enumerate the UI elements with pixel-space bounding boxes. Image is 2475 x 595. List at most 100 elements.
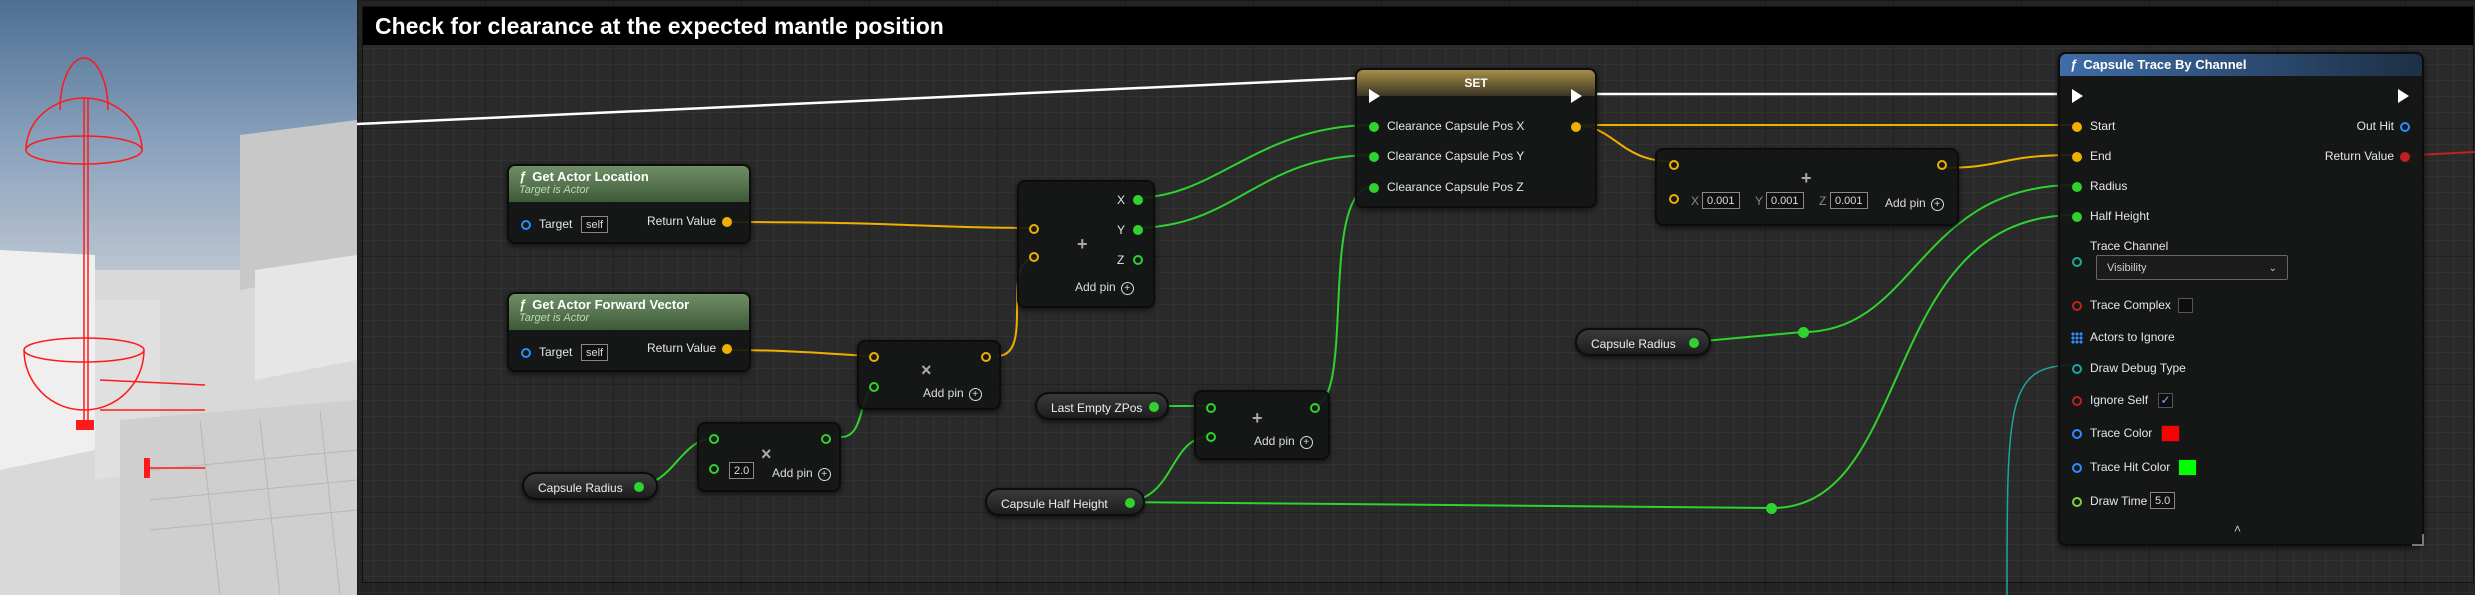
target-value[interactable]: self [581,344,609,361]
exec-in-pin[interactable] [1369,89,1380,103]
trace-complex-checkbox[interactable] [2178,298,2193,313]
trace-color-label: Trace Color [2090,426,2153,440]
end-label: End [2090,149,2112,163]
input-b-pin[interactable] [1669,194,1679,204]
exec-in-pin[interactable] [2072,89,2083,103]
z-label: Z [1819,194,1827,208]
x-value[interactable]: 0.001 [1702,192,1740,209]
multiply-vector-node[interactable]: × Add pin + [857,340,1001,410]
return-value-label: Return Value [2324,149,2394,163]
output-pin[interactable] [821,434,831,444]
start-pin[interactable] [2072,122,2082,132]
reroute-node[interactable] [1798,327,1809,338]
ignore-self-checkbox[interactable]: ✓ [2158,393,2173,408]
output-pin[interactable] [981,352,991,362]
y-pin[interactable] [1133,225,1143,235]
ignore-self-pin[interactable] [2072,396,2082,406]
input-a-pin[interactable] [1029,224,1039,234]
y-label: Y [1117,223,1126,237]
output-pin[interactable] [634,482,644,492]
add-pin-icon: + [1120,282,1134,295]
vector-offset-add-node[interactable]: + X 0.001 Y 0.001 Z 0.001 Add pin + [1655,148,1959,226]
half-height-pin[interactable] [2072,212,2082,222]
start-label: Start [2090,119,2116,133]
trace-hit-color-pin[interactable] [2072,463,2082,473]
return-value-pin[interactable] [722,217,732,227]
add-float-node[interactable]: + Add pin + [1194,390,1330,460]
collapse-arrow-icon[interactable]: ˄ [2234,522,2241,536]
output-pin[interactable] [1149,402,1159,412]
trace-channel-pin[interactable] [2072,257,2082,267]
function-icon: ƒ [2070,57,2078,72]
input-b-pin[interactable] [709,464,719,474]
level-viewport[interactable] [0,0,357,595]
input-a-pin[interactable] [1669,160,1679,170]
radius-pin[interactable] [2072,182,2082,192]
return-value-pin[interactable] [2400,152,2410,162]
add-pin-button[interactable]: Add pin + [1885,196,1944,211]
blueprint-graph[interactable]: Check for clearance at the expected mant… [357,0,2475,595]
multiplier-value[interactable]: 2.0 [729,462,755,479]
end-pin[interactable] [2072,152,2082,162]
add-pin-button[interactable]: Add pin + [1075,280,1134,295]
pos-x-label: Clearance Capsule Pos X [1387,119,1525,133]
add-pin-button[interactable]: Add pin + [1254,434,1313,449]
reroute-node[interactable] [1766,503,1777,514]
set-node[interactable]: SET Clearance Capsule Pos X Clearance Ca… [1355,68,1597,208]
z-pin[interactable] [1133,255,1143,265]
input-b-pin[interactable] [869,382,879,392]
pos-x-pin[interactable] [1369,122,1379,132]
draw-time-value[interactable]: 5.0 [2150,492,2176,509]
pos-z-pin[interactable] [1369,183,1379,193]
input-a-pin[interactable] [709,434,719,444]
output-pin[interactable] [1689,338,1699,348]
capsule-radius-variable[interactable]: Capsule Radius [1575,328,1711,356]
variable-label: Last Empty ZPos [1051,401,1143,415]
input-a-pin[interactable] [1206,403,1216,413]
z-value[interactable]: 0.001 [1830,192,1868,209]
draw-debug-type-pin[interactable] [2072,364,2082,374]
target-pin[interactable] [521,348,531,358]
multiply-symbol: × [921,360,932,380]
vector-add-node[interactable]: + X Y Z Add pin + [1017,180,1155,308]
input-a-pin[interactable] [869,352,879,362]
x-pin[interactable] [1133,195,1143,205]
target-pin[interactable] [521,220,531,230]
y-value[interactable]: 0.001 [1766,192,1804,209]
get-actor-forward-vector-node[interactable]: ƒ Get Actor Forward Vector Target is Acto… [507,292,751,372]
get-actor-location-node[interactable]: ƒ Get Actor Location Target is Actor Targ… [507,164,751,244]
return-value-pin[interactable] [722,344,732,354]
trace-hit-color-swatch[interactable] [2178,459,2197,476]
target-value[interactable]: self [581,216,609,233]
output-vector-pin[interactable] [1571,122,1581,132]
input-b-pin[interactable] [1029,252,1039,262]
trace-color-pin[interactable] [2072,429,2082,439]
resize-handle[interactable] [2412,534,2424,546]
capsule-trace-by-channel-node[interactable]: ƒ Capsule Trace By Channel Start End Radi… [2058,52,2424,546]
last-empty-zpos-variable[interactable]: Last Empty ZPos [1035,392,1169,420]
trace-color-swatch[interactable] [2161,425,2180,442]
function-icon: ƒ [519,297,527,312]
out-hit-pin[interactable] [2400,122,2410,132]
add-pin-icon: + [968,388,982,401]
variable-label: Capsule Radius [1591,337,1676,351]
draw-time-pin[interactable] [2072,497,2082,507]
output-pin[interactable] [1310,403,1320,413]
output-pin[interactable] [1125,498,1135,508]
output-pin[interactable] [1937,160,1947,170]
comment-title[interactable]: Check for clearance at the expected mant… [363,7,2473,45]
multiply-float-node[interactable]: 2.0 × Add pin + [697,422,841,492]
add-symbol: + [1801,168,1812,188]
exec-out-pin[interactable] [2398,89,2409,103]
array-icon[interactable] [2071,332,2083,344]
capsule-half-height-variable[interactable]: Capsule Half Height [985,488,1145,516]
viewport-scene [0,0,357,595]
add-pin-button[interactable]: Add pin + [923,386,982,401]
trace-complex-pin[interactable] [2072,301,2082,311]
input-b-pin[interactable] [1206,432,1216,442]
trace-channel-dropdown[interactable]: Visibility ⌄ [2096,255,2288,280]
add-pin-button[interactable]: Add pin + [772,466,831,481]
pos-y-pin[interactable] [1369,152,1379,162]
capsule-radius-variable[interactable]: Capsule Radius [522,472,658,500]
exec-out-pin[interactable] [1571,89,1582,103]
